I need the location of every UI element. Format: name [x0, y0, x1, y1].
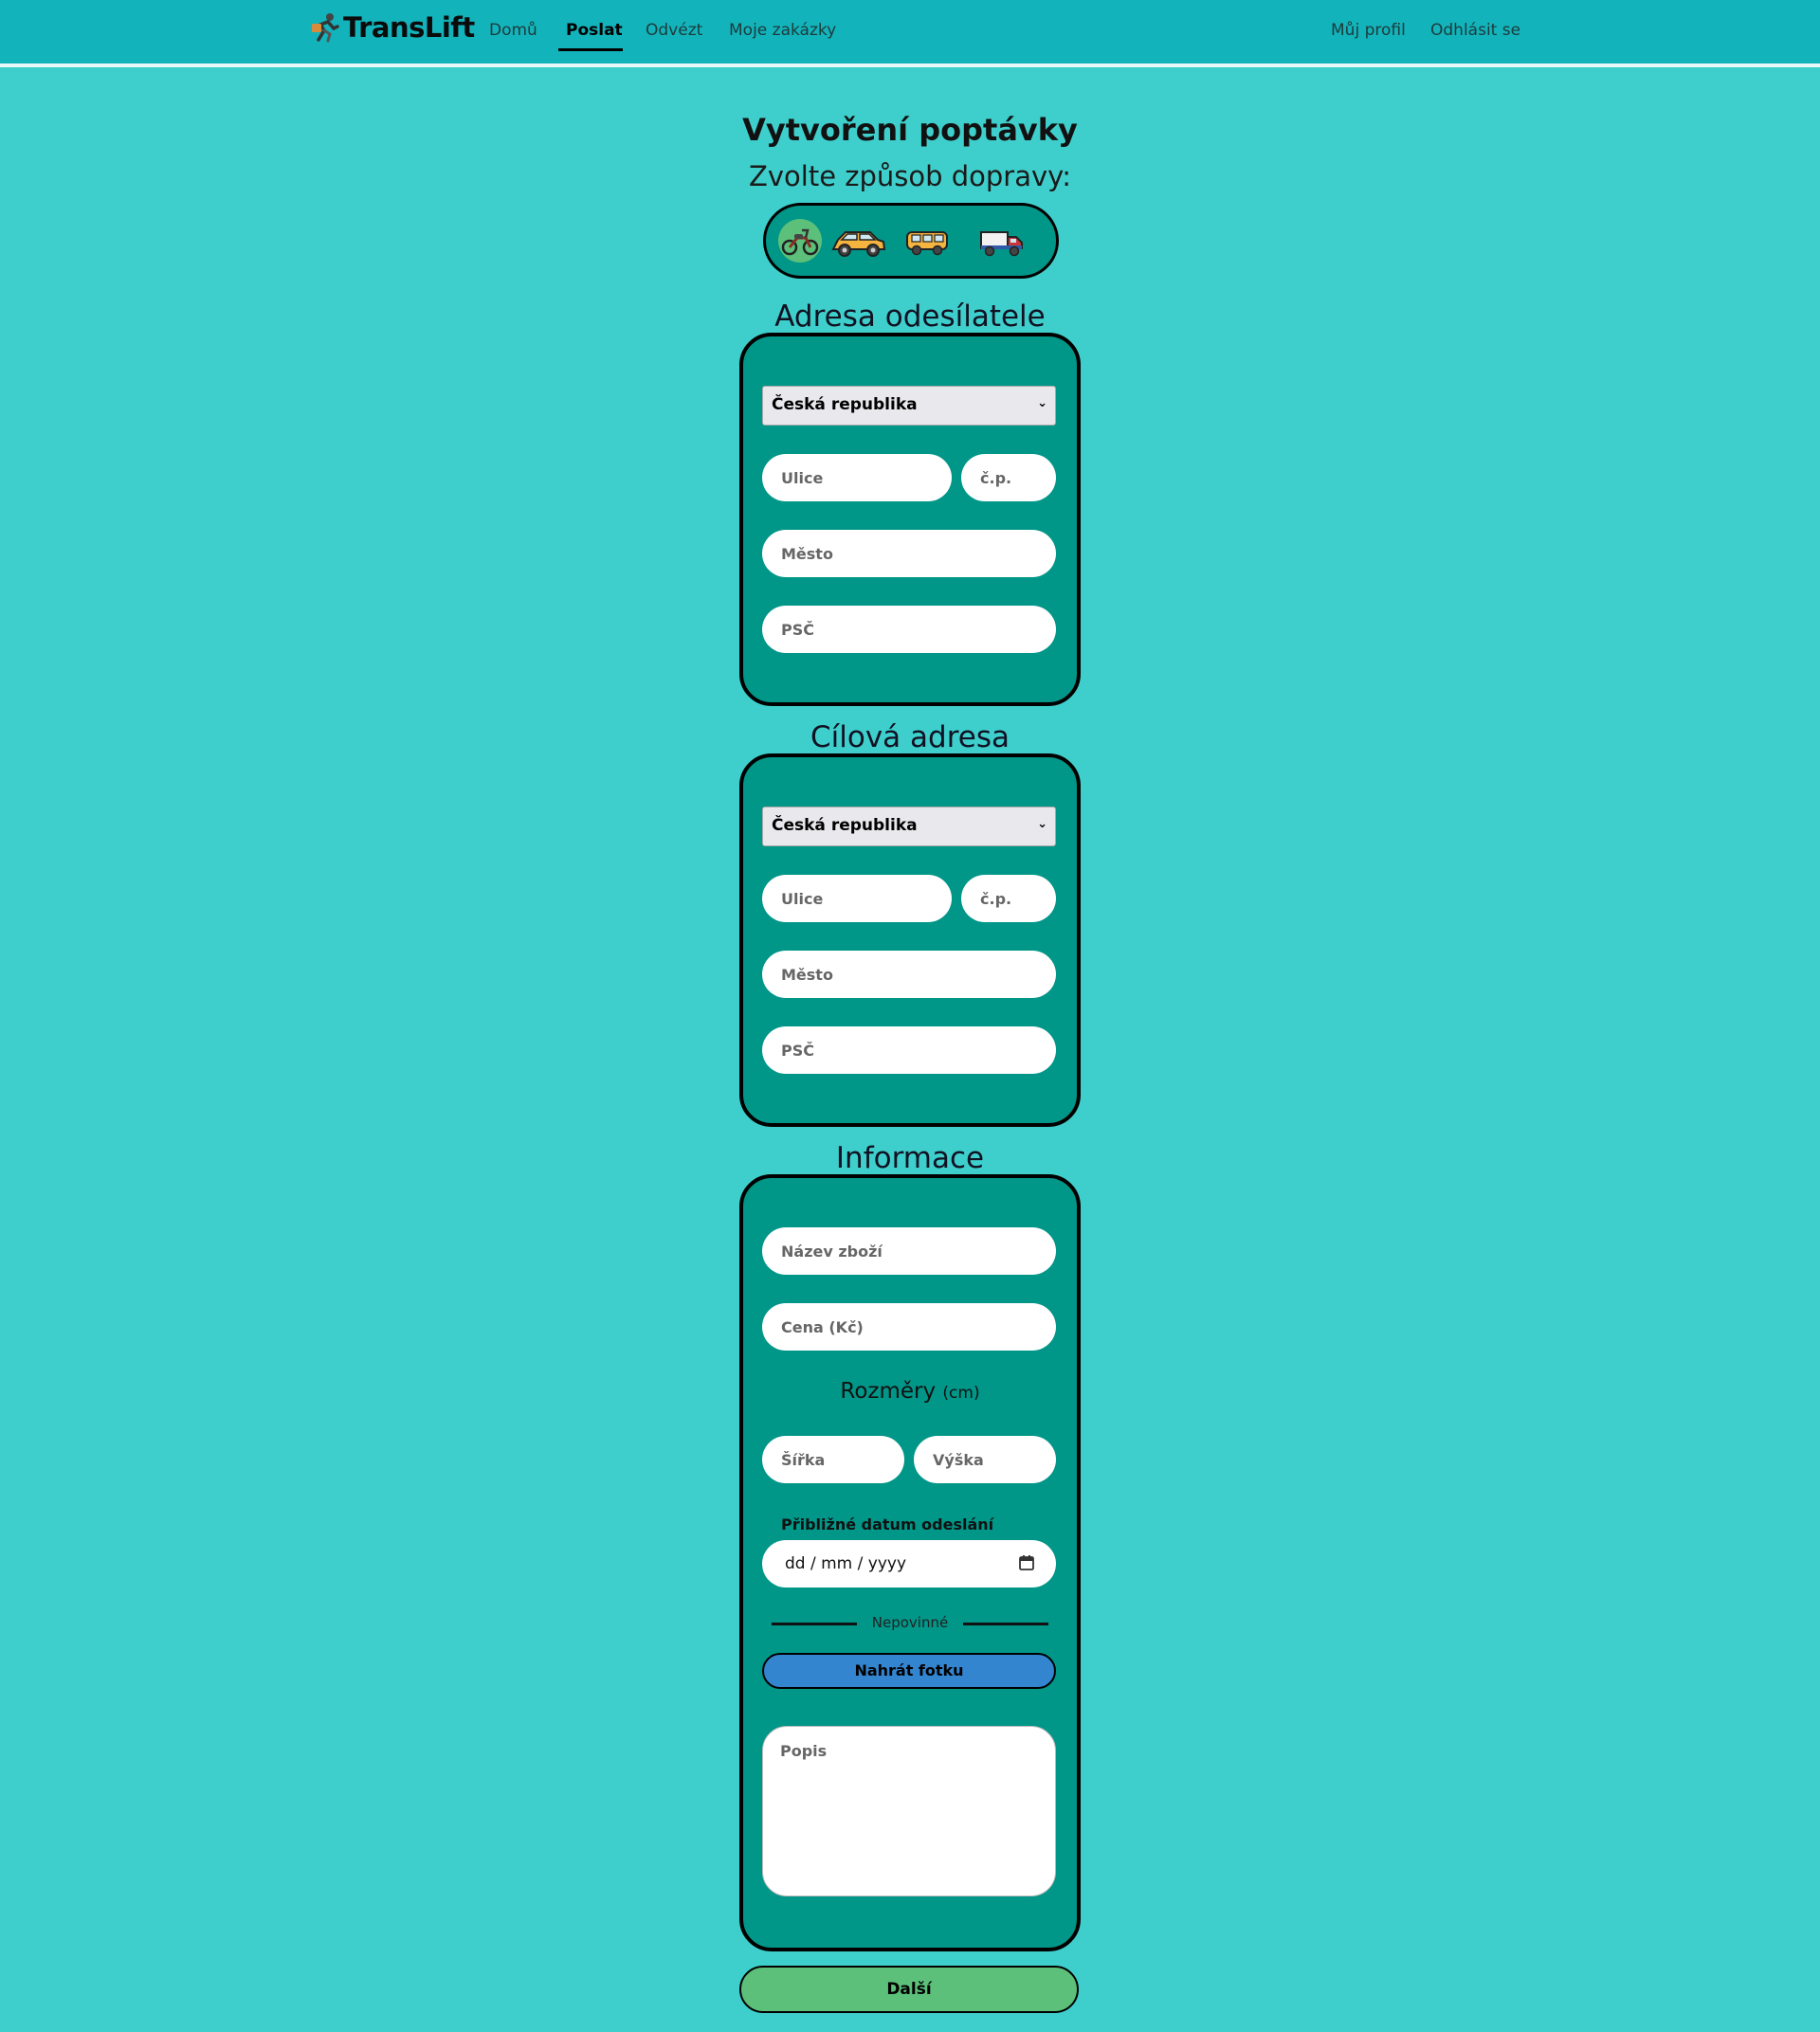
runner-logo-icon [312, 13, 339, 43]
nav-link-profile[interactable]: Můj profil [1331, 21, 1406, 40]
goods-name-input[interactable] [762, 1227, 1056, 1275]
transport-option-truck[interactable] [980, 219, 1024, 263]
nav-link-my-orders[interactable]: Moje zakázky [729, 21, 836, 40]
destination-address-card: Česká republika ⌄ [739, 753, 1081, 1127]
brand-logo[interactable]: TransLift [309, 11, 475, 44]
transport-selector [763, 203, 1059, 279]
nav-link-deliver[interactable]: Odvézt [646, 21, 702, 40]
active-tab-indicator [558, 48, 623, 51]
car-icon [831, 231, 886, 257]
transport-option-car[interactable] [831, 219, 886, 263]
calendar-icon[interactable] [1018, 1554, 1035, 1571]
send-date-value: dd / mm / yyyy [785, 1554, 907, 1573]
width-input[interactable] [762, 1436, 904, 1483]
sender-number-input[interactable] [961, 454, 1056, 501]
destination-country-value: Česká republika [772, 816, 918, 835]
brand-name: TransLift [343, 11, 475, 44]
transport-option-van[interactable] [906, 219, 950, 263]
sender-country-value: Česká republika [772, 395, 918, 414]
destination-section-title: Cílová adresa [810, 720, 1010, 754]
send-date-label: Přibližné datum odeslání [781, 1515, 994, 1533]
sender-section-title: Adresa odesílatele [774, 299, 1046, 334]
divider-line-right [963, 1623, 1048, 1625]
destination-number-input[interactable] [961, 875, 1056, 922]
send-date-input[interactable]: dd / mm / yyyy [762, 1540, 1056, 1588]
sender-zip-input[interactable] [762, 606, 1056, 653]
sender-street-input[interactable] [762, 454, 952, 501]
upload-photo-button[interactable]: Nahrát fotku [762, 1653, 1056, 1689]
truck-icon [980, 231, 1023, 257]
dimensions-title: Rozměry [840, 1379, 937, 1404]
dimensions-heading: Rozměry (cm) [743, 1379, 1077, 1404]
sender-city-input[interactable] [762, 530, 1056, 577]
chevron-down-icon: ⌄ [1037, 817, 1047, 831]
destination-country-select[interactable]: Česká republika ⌄ [762, 807, 1056, 846]
chevron-down-icon: ⌄ [1037, 396, 1047, 410]
transport-prompt: Zvolte způsob dopravy: [749, 160, 1071, 192]
navbar: TransLift Domů Poslat Odvézt Moje zakázk… [0, 0, 1820, 67]
destination-zip-input[interactable] [762, 1026, 1056, 1074]
nav-link-logout[interactable]: Odhlásit se [1430, 21, 1520, 40]
height-input[interactable] [914, 1436, 1056, 1483]
van-icon [906, 231, 948, 256]
sender-address-card: Česká republika ⌄ [739, 333, 1081, 706]
transport-option-motorcycle[interactable] [778, 219, 822, 263]
info-card: Rozměry (cm) Přibližné datum odeslání dd… [739, 1174, 1081, 1951]
destination-city-input[interactable] [762, 951, 1056, 998]
page-title: Vytvoření poptávky [742, 112, 1078, 148]
description-textarea[interactable] [762, 1726, 1056, 1896]
dimensions-unit: (cm) [942, 1384, 980, 1403]
nav-link-home[interactable]: Domů [489, 21, 537, 40]
next-button[interactable]: Další [739, 1966, 1079, 2013]
sender-country-select[interactable]: Česká republika ⌄ [762, 386, 1056, 426]
nav-link-send[interactable]: Poslat [566, 21, 623, 40]
motorcycle-icon [781, 228, 819, 256]
info-section-title: Informace [835, 1141, 985, 1175]
destination-street-input[interactable] [762, 875, 952, 922]
price-input[interactable] [762, 1303, 1056, 1351]
